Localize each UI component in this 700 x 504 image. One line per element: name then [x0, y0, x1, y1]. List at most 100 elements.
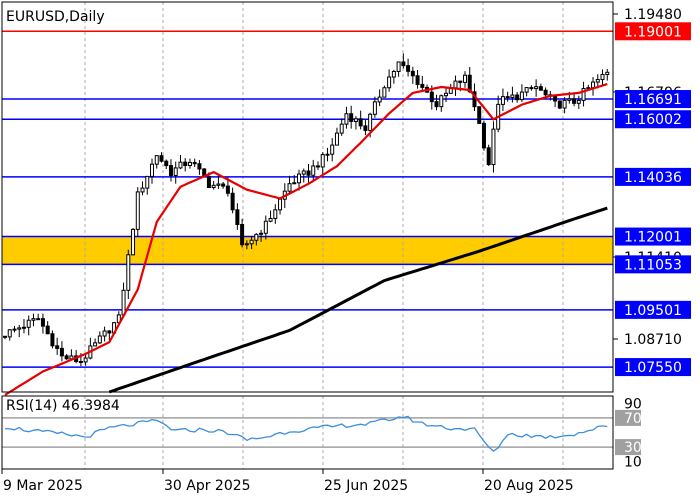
candle	[515, 92, 520, 103]
candle-body	[406, 65, 411, 72]
candle	[481, 120, 486, 151]
candle	[164, 159, 169, 170]
grid	[84, 2, 564, 469]
candle-body	[315, 165, 320, 168]
candle	[278, 197, 283, 215]
candle-body	[197, 163, 202, 170]
candle	[387, 69, 392, 92]
candle-body	[368, 113, 373, 131]
candle	[168, 159, 173, 182]
candle-body	[154, 155, 159, 165]
candle-body	[458, 80, 463, 83]
candle-body	[510, 94, 515, 98]
level-tag-label: 1.16002	[624, 112, 682, 128]
candle	[178, 155, 183, 170]
candle-body	[40, 318, 45, 327]
candle-body	[168, 165, 173, 176]
candle	[301, 168, 306, 183]
candle	[216, 175, 221, 189]
candle	[334, 127, 339, 146]
candle-body	[591, 81, 596, 89]
candle-body	[396, 61, 401, 72]
candle	[320, 152, 325, 175]
candle-body	[553, 95, 558, 102]
candle	[462, 71, 467, 88]
candle-body	[363, 125, 368, 131]
candle	[197, 160, 202, 175]
candle-body	[529, 87, 534, 90]
candle-body	[145, 175, 150, 189]
candle-body	[297, 173, 302, 184]
candle-body	[420, 83, 425, 88]
candle	[401, 53, 406, 69]
date-tick-label: 30 Apr 2025	[164, 478, 251, 494]
date-tick-label: 9 Mar 2025	[3, 478, 83, 494]
candle-body	[534, 86, 539, 90]
candle	[534, 79, 539, 97]
candle-body	[372, 101, 377, 115]
candle	[330, 138, 335, 162]
candle	[3, 335, 7, 340]
candle-body	[439, 95, 444, 108]
candle-body	[36, 318, 41, 321]
candle-body	[211, 184, 216, 188]
candle	[453, 75, 458, 96]
candle	[64, 354, 69, 360]
candle	[230, 187, 235, 214]
candle	[59, 341, 64, 362]
candle-body	[538, 86, 543, 91]
candle	[69, 349, 74, 360]
candle	[21, 319, 26, 334]
date-tick-label: 20 Aug 2025	[484, 478, 574, 494]
candle	[131, 228, 136, 256]
candle-body	[183, 161, 188, 166]
candle-body	[353, 118, 358, 122]
candle	[519, 84, 524, 102]
level-tag-label: 1.19001	[624, 24, 682, 40]
candle-body	[401, 61, 406, 67]
candle-body	[576, 99, 581, 104]
candle-body	[557, 100, 562, 109]
candle-body	[382, 87, 387, 98]
candle-body	[444, 92, 449, 97]
level-tag-label: 1.07550	[624, 360, 682, 376]
candle	[406, 58, 411, 77]
candle-body	[572, 98, 577, 104]
candle	[477, 106, 482, 124]
candle-body	[102, 330, 107, 337]
candle	[500, 88, 505, 112]
candle-body	[126, 254, 131, 291]
candle-body	[268, 217, 273, 222]
main-panel-frame	[1, 1, 614, 393]
candle-body	[26, 319, 31, 328]
price-tick-label: 1.08710	[624, 332, 682, 348]
candle-body	[491, 128, 496, 166]
candle-body	[415, 75, 420, 85]
candle	[192, 158, 197, 167]
price-tick-label: 1.19480	[624, 7, 682, 23]
candle-body	[505, 96, 510, 99]
candle	[325, 147, 330, 162]
candle	[26, 315, 31, 336]
candle-body	[121, 289, 126, 316]
candle-body	[334, 132, 339, 146]
candle	[50, 330, 55, 349]
candle-body	[387, 76, 392, 89]
candle	[491, 121, 496, 173]
candle-body	[235, 209, 240, 225]
candle	[240, 218, 245, 248]
candle	[140, 181, 145, 196]
candle	[524, 87, 529, 97]
candle-body	[259, 232, 264, 235]
candle-body	[377, 96, 382, 103]
candle-body	[292, 182, 297, 185]
candle-body	[3, 335, 7, 338]
candle	[273, 204, 278, 224]
candle-body	[595, 79, 600, 83]
candle	[510, 86, 515, 103]
candle-body	[462, 74, 467, 83]
candle	[600, 69, 605, 85]
candle	[17, 324, 22, 338]
level-tag-label: 1.14036	[624, 170, 682, 186]
candle	[486, 144, 491, 167]
